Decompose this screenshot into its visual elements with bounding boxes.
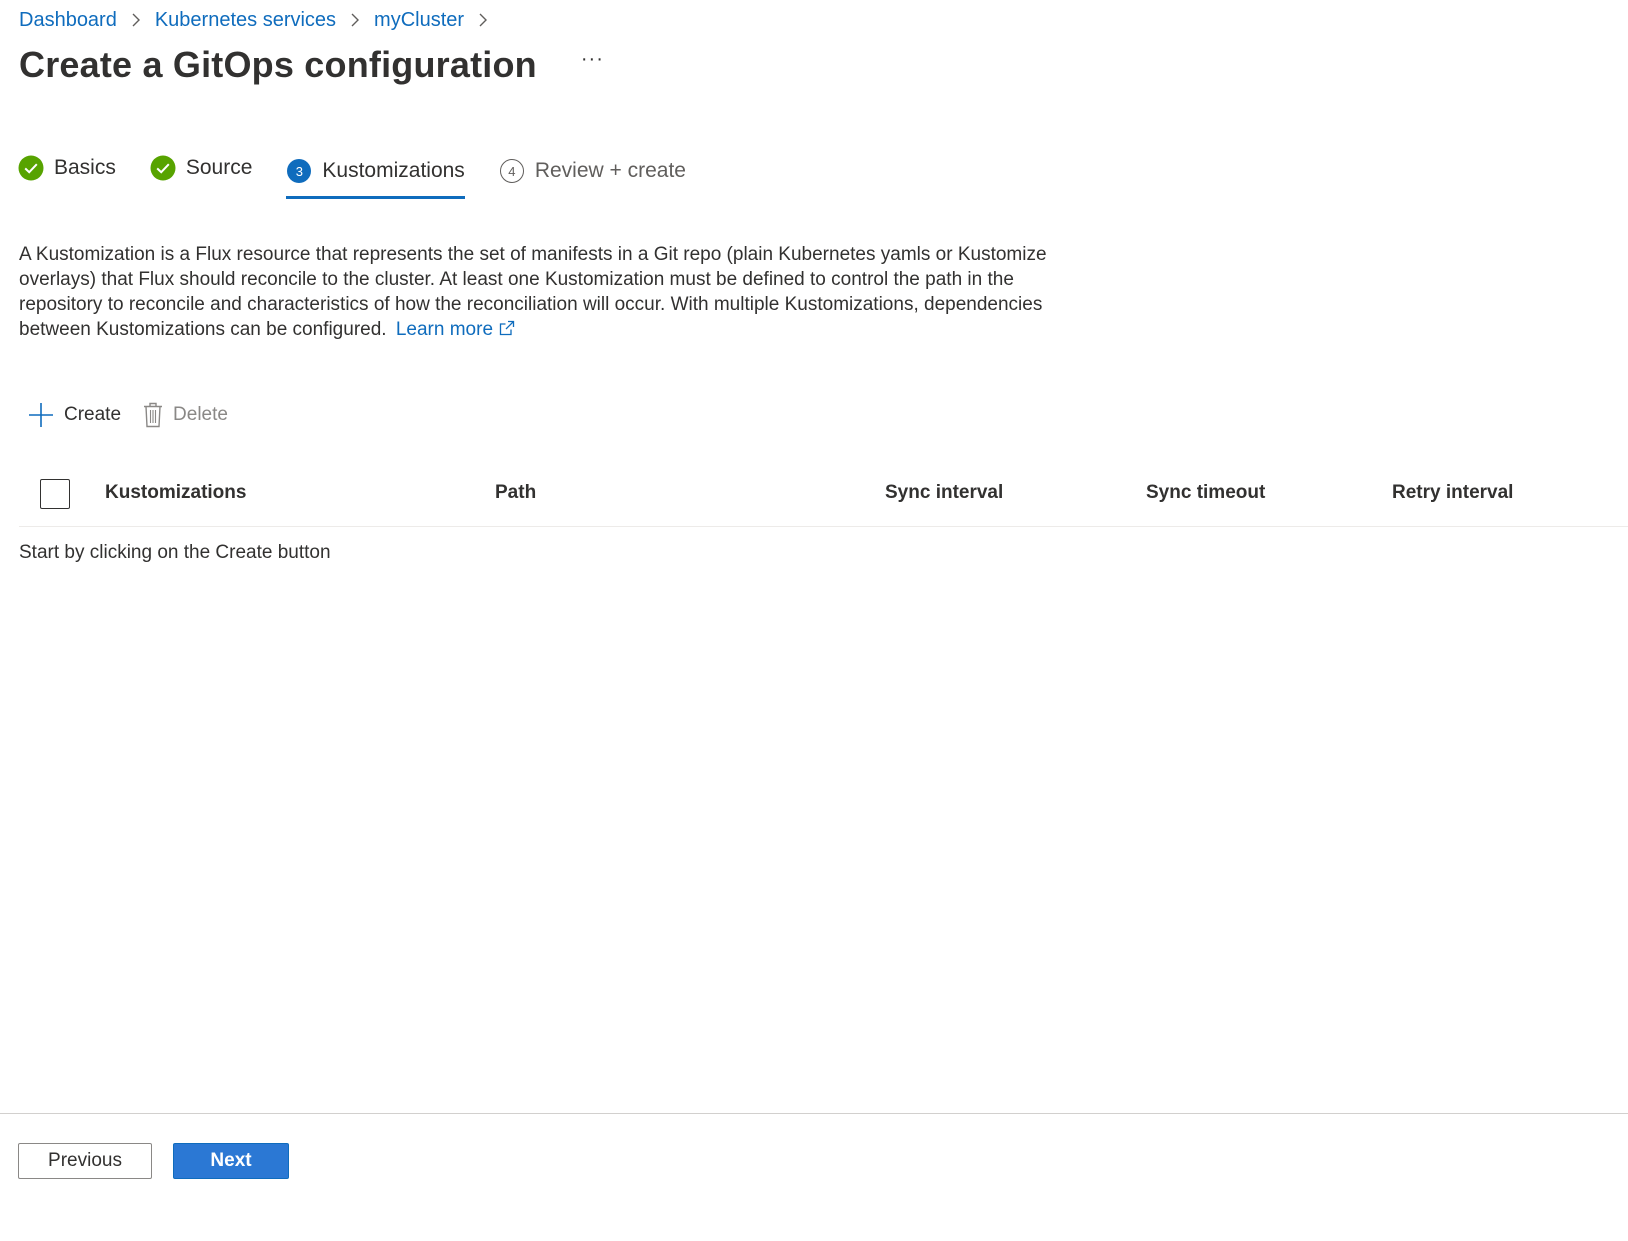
- learn-more-label: Learn more: [395, 319, 494, 340]
- tab-source[interactable]: Source: [150, 150, 253, 186]
- wizard-footer: Previous Next: [0, 1113, 1628, 1241]
- column-header-retry-interval[interactable]: Retry interval: [1392, 482, 1513, 504]
- step-4-icon: 4: [499, 158, 525, 184]
- create-button[interactable]: Create: [28, 402, 121, 428]
- tab-label: Kustomizations: [322, 159, 465, 182]
- column-header-path[interactable]: Path: [495, 482, 536, 504]
- chevron-right-icon: [350, 12, 360, 28]
- breadcrumb-dashboard[interactable]: Dashboard: [19, 9, 117, 32]
- breadcrumb: Dashboard Kubernetes services myCluster: [19, 6, 502, 34]
- column-header-sync-interval[interactable]: Sync interval: [885, 482, 1003, 504]
- more-actions-button[interactable]: ···: [575, 49, 610, 81]
- column-header-kustomizations[interactable]: Kustomizations: [105, 482, 246, 504]
- breadcrumb-mycluster[interactable]: myCluster: [374, 9, 464, 32]
- tab-kustomizations[interactable]: 3 Kustomizations: [286, 153, 466, 199]
- tab-label: Basics: [54, 156, 116, 179]
- toolbar: Create Delete: [28, 398, 250, 432]
- plus-icon: [28, 402, 54, 428]
- description: A Kustomization is a Flux resource that …: [19, 242, 1049, 343]
- learn-more-link[interactable]: Learn more: [396, 319, 515, 340]
- trash-icon: [143, 402, 163, 428]
- grid-empty-message: Start by clicking on the Create button: [19, 542, 331, 563]
- step-number: 4: [499, 159, 524, 183]
- check-circle-icon: [150, 155, 176, 181]
- delete-button[interactable]: Delete: [143, 402, 228, 428]
- step-number: 3: [287, 159, 312, 183]
- breadcrumb-kubernetes-services[interactable]: Kubernetes services: [155, 9, 336, 32]
- title-row: Create a GitOps configuration ···: [19, 44, 610, 86]
- tab-review-create[interactable]: 4 Review + create: [499, 153, 686, 189]
- grid-header: Kustomizations Path Sync interval Sync t…: [19, 470, 1628, 527]
- wizard-tabs: Basics Source 3 Kustomizations 4 Review …: [18, 150, 720, 206]
- page-title: Create a GitOps configuration: [19, 44, 537, 85]
- delete-label: Delete: [173, 404, 228, 425]
- chevron-right-icon: [131, 12, 141, 28]
- column-header-sync-timeout[interactable]: Sync timeout: [1146, 482, 1265, 504]
- tab-label: Source: [185, 156, 253, 179]
- external-link-icon: [499, 318, 515, 343]
- create-label: Create: [64, 404, 122, 425]
- next-button[interactable]: Next: [173, 1143, 289, 1179]
- step-3-icon: 3: [286, 158, 312, 184]
- tab-label: Review + create: [534, 159, 686, 182]
- chevron-right-icon: [478, 12, 488, 28]
- check-circle-icon: [18, 155, 44, 181]
- select-all-checkbox[interactable]: [40, 479, 70, 509]
- tab-basics[interactable]: Basics: [18, 150, 116, 186]
- previous-button[interactable]: Previous: [18, 1143, 152, 1179]
- description-text: A Kustomization is a Flux resource that …: [19, 244, 1047, 340]
